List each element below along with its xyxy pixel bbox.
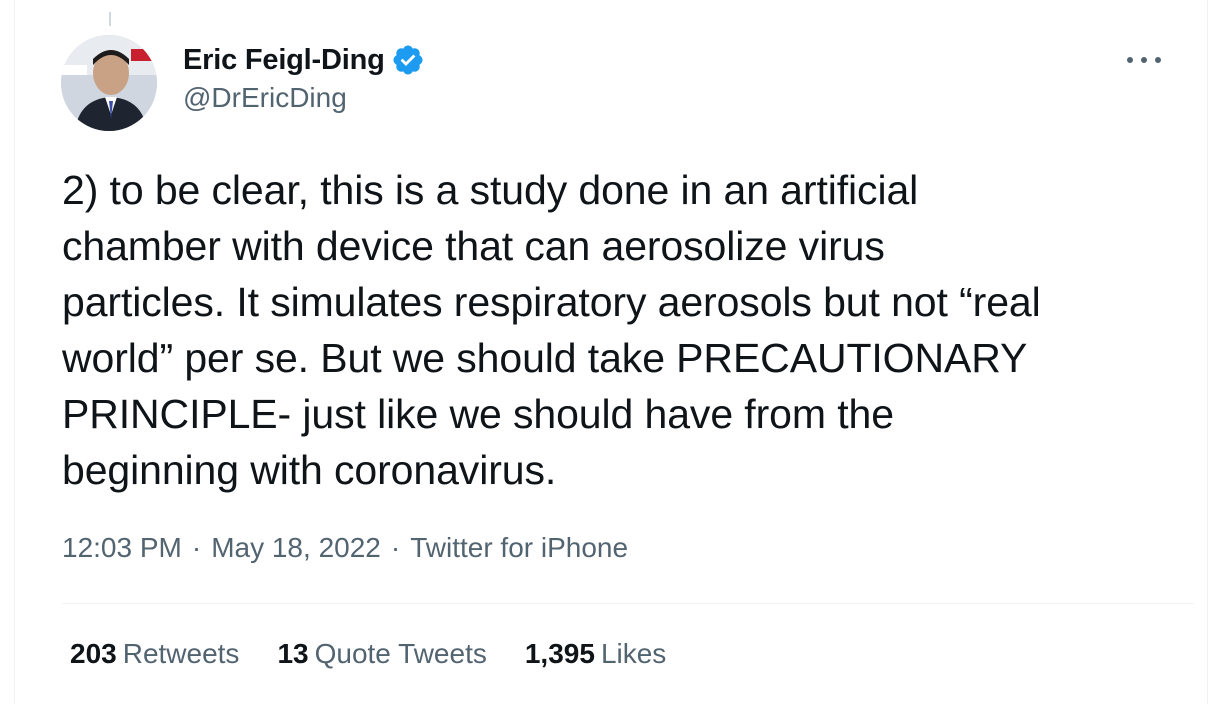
tweet-text: 2) to be clear, this is a study done in … <box>62 162 1202 498</box>
retweets-label: Retweets <box>122 638 240 669</box>
tweet-text-line: PRINCIPLE- just like we should have from… <box>62 391 894 437</box>
profile-photo-icon <box>61 35 157 131</box>
likes-count: 1,395 <box>524 638 595 669</box>
tweet-text-line: chamber with device that can aerosolize … <box>62 223 885 269</box>
verified-badge-icon <box>391 43 425 77</box>
more-dot <box>1155 57 1161 63</box>
tweet-metadata: 12:03 PM · May 18, 2022 · Twitter for iP… <box>62 532 628 564</box>
avatar[interactable] <box>61 35 157 131</box>
more-options-icon[interactable] <box>1127 50 1161 70</box>
divider <box>62 603 1194 604</box>
likes-label: Likes <box>600 638 667 669</box>
tweet-time[interactable]: 12:03 PM <box>62 532 182 564</box>
meta-separator: · <box>191 532 202 563</box>
quote-tweets-stat[interactable]: 13 Quote Tweets <box>277 638 486 670</box>
author-handle[interactable]: @DrEricDing <box>183 82 425 114</box>
quote-tweets-label: Quote Tweets <box>314 638 487 669</box>
retweets-count: 203 <box>70 638 117 669</box>
quote-tweets-count: 13 <box>277 638 309 669</box>
author-name[interactable]: Eric Feigl-Ding <box>183 44 385 77</box>
tweet-text-line: world” per se. But we should take PRECAU… <box>62 335 1028 381</box>
likes-stat[interactable]: 1,395 Likes <box>525 638 666 670</box>
tweet-source[interactable]: Twitter for iPhone <box>410 532 628 564</box>
author-name-row: Eric Feigl-Ding <box>183 40 425 80</box>
meta-separator: · <box>390 532 401 563</box>
tweet-date[interactable]: May 18, 2022 <box>211 532 381 564</box>
tweet-text-line: 2) to be clear, this is a study done in … <box>62 167 919 213</box>
thread-connector-line <box>109 12 111 26</box>
tweet-stats: 203 Retweets 13 Quote Tweets 1,395 Likes <box>70 638 704 670</box>
more-dot <box>1141 57 1147 63</box>
more-dot <box>1127 57 1133 63</box>
tweet-text-line: beginning with coronavirus. <box>62 447 557 493</box>
tweet-card: Eric Feigl-Ding @DrEricDing 2) to be cle… <box>14 0 1208 704</box>
tweet-author: Eric Feigl-Ding @DrEricDing <box>183 40 425 114</box>
tweet-text-line: particles. It simulates respiratory aero… <box>62 279 1041 325</box>
retweets-stat[interactable]: 203 Retweets <box>70 638 239 670</box>
